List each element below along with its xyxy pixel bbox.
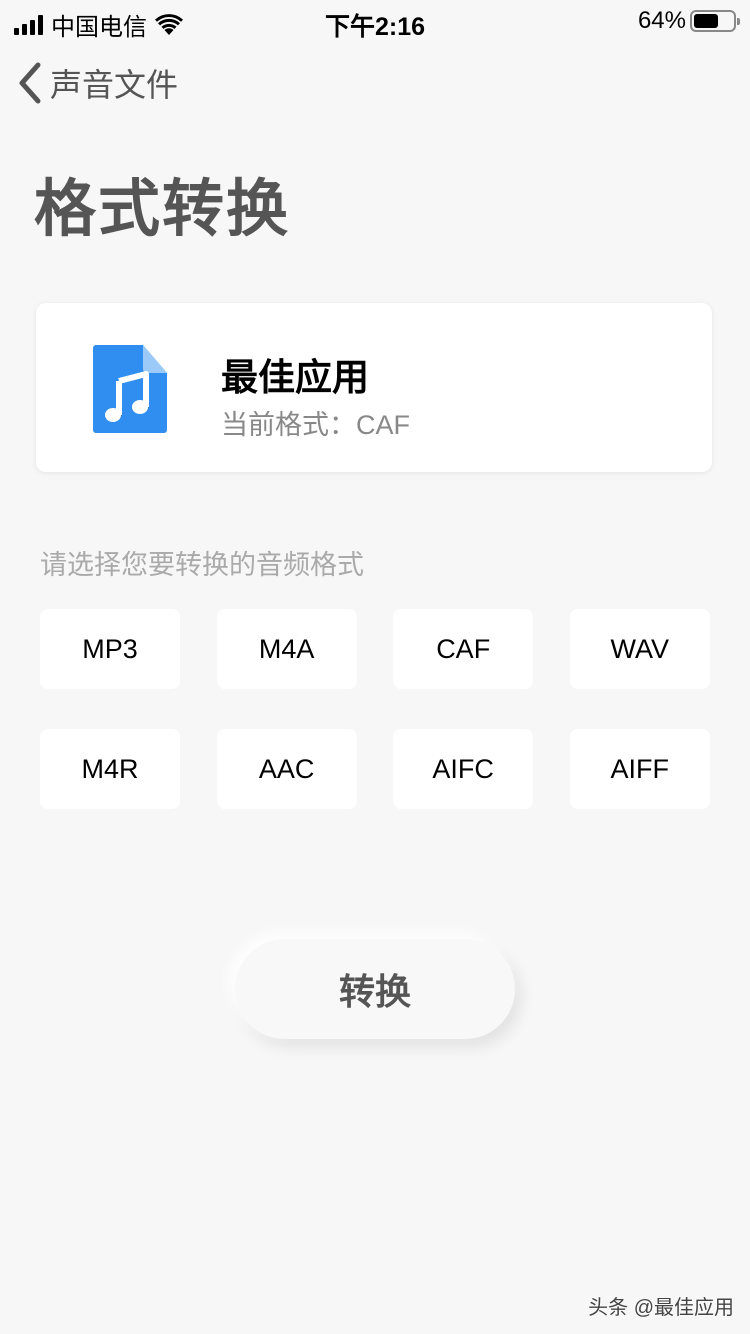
back-label: 声音文件 bbox=[50, 67, 179, 103]
current-format: 当前格式：CAF bbox=[221, 410, 410, 440]
format-option-aiff[interactable]: AIFF bbox=[569, 729, 710, 809]
carrier-label: 中国电信 bbox=[51, 14, 147, 41]
format-option-m4r[interactable]: M4R bbox=[40, 729, 180, 809]
convert-button[interactable]: 转换 bbox=[235, 939, 515, 1039]
status-bar: 中国电信 下午2:16 64% bbox=[0, 0, 750, 41]
file-name: 最佳应用 bbox=[221, 357, 369, 398]
format-option-mp3[interactable]: MP3 bbox=[40, 609, 180, 689]
format-option-aifc[interactable]: AIFC bbox=[393, 729, 534, 809]
chevron-left-icon bbox=[19, 62, 41, 104]
wifi-icon bbox=[155, 13, 183, 35]
format-grid: MP3 M4A CAF WAV M4R AAC AIFC AIFF bbox=[40, 609, 710, 809]
battery-percent: 64% bbox=[637, 7, 686, 34]
page-title: 格式转换 bbox=[34, 175, 291, 244]
music-file-icon bbox=[93, 345, 167, 433]
format-option-aac[interactable]: AAC bbox=[216, 729, 357, 809]
format-hint: 请选择您要转换的音频格式 bbox=[40, 550, 364, 580]
format-option-caf[interactable]: CAF bbox=[393, 609, 534, 689]
watermark: 头条 @最佳应用 bbox=[588, 1297, 734, 1319]
file-card: 最佳应用 当前格式：CAF bbox=[36, 303, 712, 472]
format-option-wav[interactable]: WAV bbox=[569, 609, 710, 689]
signal-icon bbox=[14, 14, 43, 35]
battery-icon bbox=[690, 10, 740, 32]
format-option-m4a[interactable]: M4A bbox=[216, 609, 357, 689]
back-button[interactable]: 声音文件 bbox=[14, 60, 178, 106]
